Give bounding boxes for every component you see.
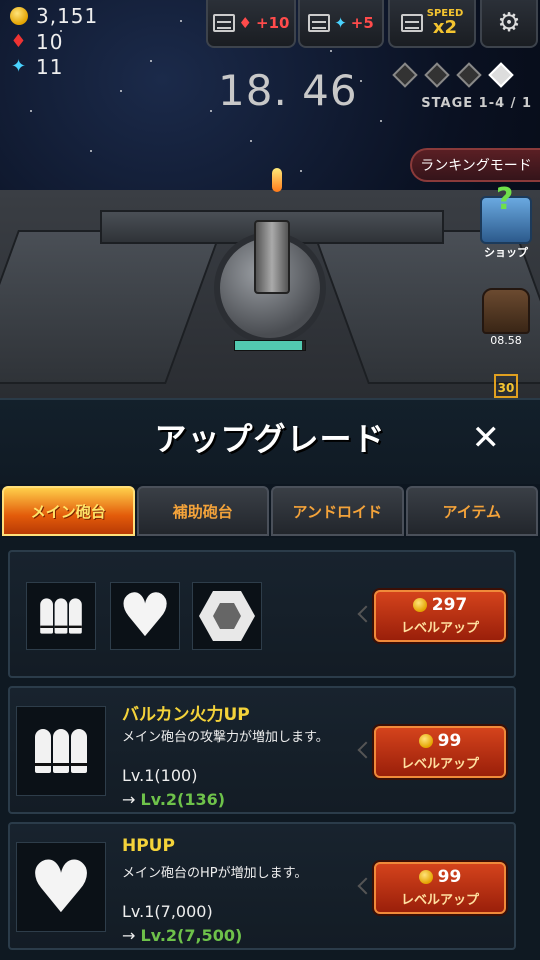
summary-card: ♥ 297 レベルアップ [8,550,516,678]
turret-barrel [254,220,290,294]
level-up-label: レベルアップ [400,757,479,772]
level-up-cost: 99 [437,731,462,751]
level-up-cost: 99 [437,867,462,887]
upgrade-list: ♥ 297 レベルアップ バルカン火力UP メイン砲台の攻撃力が増加します。 L… [0,538,540,960]
upgrade-description: メイン砲台の攻撃力が増加します。 [122,730,329,745]
level-up-button[interactable]: 99 レベルアップ [374,862,506,914]
heart-icon: ♥ [110,582,180,650]
chest-timer: 08.58 [490,334,522,347]
stage-marker [424,62,450,88]
level-up-all-button[interactable]: 297 レベルアップ [374,590,506,642]
coin-counter: 3,151 [10,4,98,28]
stage-marker [392,62,418,88]
next-level-value: Lv.2(136) [140,790,226,809]
level-up-label: レベルアップ [400,621,479,636]
crystal-icon: ✦ [10,56,28,77]
next-level: → Lv.2(7,500) [122,926,242,945]
upgrade-description: メイン砲台のHPが増加します。 [122,866,308,881]
upgrade-card-vulcan: バルカン火力UP メイン砲台の攻撃力が増加します。 Lv.1(100) → Lv… [8,686,516,814]
current-level: Lv.1(7,000) [122,902,213,921]
next-level: → Lv.2(136) [122,790,225,809]
heart-icon: ♥ [16,842,106,932]
level-up-button[interactable]: 99 レベルアップ [374,726,506,778]
tab-item[interactable]: アイテム [405,486,538,536]
panel-title: アップグレード [154,420,386,458]
tab-android[interactable]: アンドロイド [271,486,404,536]
tab-main-turret[interactable]: メイン砲台 [2,486,135,536]
next-level-value: Lv.2(7,500) [140,926,243,945]
upgrade-tabs: メイン砲台 補助砲台 アンドロイド アイテム [0,486,540,538]
shop-box-icon: ? [480,182,532,244]
crystal-icon: ✦ [334,14,347,32]
speed-value: x2 [432,17,458,38]
watch-ad-fire-button[interactable]: ♦ +10 [206,0,296,48]
current-level: Lv.1(100) [122,766,198,785]
projectile [272,168,282,192]
gem-counter: ✦ 11 [10,55,63,79]
chest-icon [482,288,530,334]
ad-gem-reward: +5 [350,14,374,32]
upgrade-name: バルカン火力UP [122,705,250,725]
shop-button[interactable]: ? ショップ [476,182,536,276]
watch-ad-gem-button[interactable]: ✦ +5 [298,0,384,48]
upgrade-panel-header: アップグレード ✕ [0,398,540,484]
stage-progress [392,62,514,88]
game-view: 3,151 ♦ 10 ✦ 11 ♦ +10 ✦ +5 SPEED x2 ⚙ 18… [0,0,540,398]
arrow: → [122,790,136,809]
wave-timer: 18. 46 [218,66,358,115]
ranking-mode-button[interactable]: ランキングモード [410,148,540,182]
tab-sub-turret[interactable]: 補助砲台 [136,486,269,536]
arrow: → [122,926,136,945]
video-icon [308,14,331,32]
coin-icon [418,870,433,884]
armor-hexagon-icon [192,582,262,650]
attack-summary-icon [26,582,96,650]
fire-icon: ♦ [238,14,252,32]
bullets-icon [16,706,106,796]
shop-label: ショップ [484,246,528,259]
close-icon[interactable]: ✕ [472,418,501,458]
stage-marker-current [488,62,514,88]
video-icon [400,14,423,32]
level-up-label: レベルアップ [400,893,479,908]
chevron-left-icon [357,877,375,895]
chevron-left-icon [357,741,375,759]
coin-icon [10,7,28,25]
coin-value: 3,151 [36,4,99,28]
gem-value: 11 [36,55,64,79]
settings-button[interactable]: ⚙ [480,0,538,48]
coin-icon [418,734,433,748]
speed-x2-button[interactable]: SPEED x2 [388,0,476,48]
coin-icon [412,598,427,612]
fire-icon: ♦ [10,31,28,52]
fire-counter: ♦ 10 [10,30,63,54]
treasure-chest-button[interactable]: 08.58 [478,288,534,347]
fire-value: 10 [36,30,64,54]
video-icon [212,14,235,32]
upgrade-card-hp: ♥ HPUP メイン砲台のHPが増加します。 Lv.1(7,000) → Lv.… [8,822,516,950]
login-bonus-button[interactable]: 30 [494,374,518,398]
level-up-cost: 297 [431,595,468,615]
gear-icon: ⚙ [497,8,521,38]
stage-marker [456,62,482,88]
stage-label: STAGE 1-4 / 1 [421,96,532,111]
ad-fire-reward: +10 [256,14,290,32]
chevron-left-icon [357,605,375,623]
upgrade-name: HPUP [122,836,175,856]
turret-hp-bar [234,340,306,351]
